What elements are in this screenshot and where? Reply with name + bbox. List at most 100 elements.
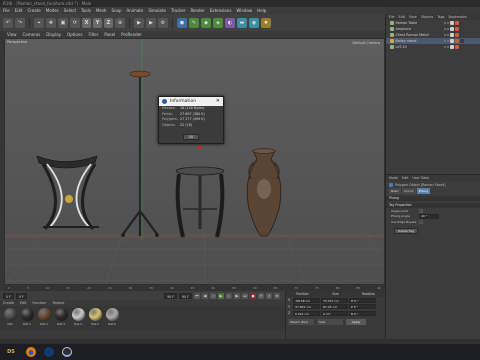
rotate-tool-icon[interactable]: ⟳	[70, 17, 80, 28]
preview-end-field[interactable]: 90 F	[179, 292, 192, 299]
pen-spline-icon[interactable]: ✎	[189, 17, 199, 28]
go-to-start-icon[interactable]: ⏮	[194, 292, 200, 299]
tag-icon[interactable]	[449, 39, 454, 43]
deformer-icon[interactable]: ◐	[225, 17, 235, 28]
menu-item-snap[interactable]: Snap	[111, 7, 121, 14]
size-mode-select[interactable]: Size	[317, 318, 343, 325]
prev-key-icon[interactable]: ◀	[202, 292, 208, 299]
tab-coord[interactable]: Coord.	[401, 188, 416, 194]
tag-icon[interactable]	[459, 39, 464, 43]
tag-icon[interactable]	[449, 27, 454, 31]
next-frame-icon[interactable]: ▷	[226, 292, 232, 299]
tag-icon[interactable]	[459, 45, 464, 49]
material-swatch[interactable]: Mat.4	[71, 308, 85, 328]
attribute-menu-item-edit[interactable]: Edit	[402, 175, 408, 181]
menu-item-file[interactable]: File	[3, 7, 10, 14]
select-tool-icon[interactable]: ⌖	[34, 17, 44, 28]
material-swatch[interactable]: Mat.5	[88, 308, 102, 328]
prev-frame-icon[interactable]: ◁	[210, 292, 216, 299]
size-z-field[interactable]: 0 cm	[321, 310, 348, 316]
size-y-field[interactable]: 67.25 cm	[321, 304, 348, 310]
tag-icon[interactable]	[454, 39, 459, 43]
material-swatch[interactable]: Mat.6	[105, 308, 119, 328]
tag-icon[interactable]	[449, 33, 454, 37]
render-view-icon[interactable]: ▶	[134, 17, 144, 28]
menu-item-tools[interactable]: Tools	[81, 7, 91, 14]
angle-limit-checkbox[interactable]: ✓	[419, 208, 423, 213]
menu-item-render[interactable]: Render	[190, 7, 204, 14]
camera-icon[interactable]: ◉	[249, 17, 259, 28]
next-key-icon[interactable]: ▶	[234, 292, 240, 299]
object-row[interactable]: LeT-10	[386, 44, 480, 50]
light-icon[interactable]: ✹	[261, 17, 271, 28]
position-y-field[interactable]: 37.891 cm	[293, 304, 320, 310]
viewport-menu-item-display[interactable]: Display	[46, 31, 61, 38]
tag-icon[interactable]	[449, 45, 454, 49]
cinema4d-active-icon[interactable]	[62, 347, 72, 357]
go-to-end-icon[interactable]: ⏭	[242, 292, 248, 299]
cinema4d-icon[interactable]	[44, 347, 54, 357]
daz-studio-icon[interactable]: DS	[4, 347, 18, 357]
render-dot-icon[interactable]	[446, 28, 449, 30]
viewport-menu-item-cameras[interactable]: Cameras	[23, 31, 41, 38]
material-swatch[interactable]: Mat.3	[54, 308, 68, 328]
tab-basic[interactable]: Basic	[389, 188, 401, 194]
visibility-dot-icon[interactable]	[443, 22, 446, 24]
floor-icon[interactable]: ▬	[237, 17, 247, 28]
menu-item-simulate[interactable]: Simulate	[148, 7, 166, 14]
menu-item-tracker[interactable]: Tracker	[171, 7, 185, 14]
visibility-dot-icon[interactable]	[443, 40, 446, 42]
render-settings-icon[interactable]: ⚙	[158, 17, 168, 28]
current-frame-field[interactable]: 0 F	[15, 292, 27, 299]
rotation-p-field[interactable]: P 0 °	[349, 304, 376, 310]
undo-icon[interactable]: ↶	[3, 17, 13, 28]
viewport-menu-item-prorender[interactable]: ProRender	[121, 31, 142, 38]
tag-icon[interactable]	[454, 33, 459, 37]
tag-icon[interactable]	[454, 21, 459, 25]
viewport-menu-item-options[interactable]: Options	[67, 31, 82, 38]
visibility-dot-icon[interactable]	[443, 46, 446, 48]
cube-icon[interactable]: ◼	[177, 17, 187, 28]
rotation-b-field[interactable]: B 0 °	[349, 310, 376, 316]
coordinate-mode-select[interactable]: Object (Rel)	[288, 318, 314, 325]
viewport-menu-item-panel[interactable]: Panel	[104, 31, 115, 38]
autokey-icon[interactable]: ⦿	[258, 292, 264, 299]
start-frame-field[interactable]: 0 F	[3, 292, 14, 299]
ok-button[interactable]: OK	[183, 134, 199, 140]
viewport-menu-item-filter[interactable]: Filter	[88, 31, 98, 38]
object-menu-item-file[interactable]: File	[389, 14, 395, 20]
blender-icon[interactable]	[26, 347, 36, 357]
keyframe-selection-icon[interactable]: ⚷	[266, 292, 272, 299]
play-icon[interactable]: ▶	[218, 292, 224, 299]
attribute-menu-item-user-data[interactable]: User Data	[412, 175, 428, 181]
tag-icon[interactable]	[454, 45, 459, 49]
attribute-menu-item-mode[interactable]: Mode	[389, 175, 398, 181]
end-frame-field[interactable]: 90 F	[164, 292, 178, 299]
y-axis-toggle[interactable]: Y	[93, 17, 102, 28]
object-menu-item-bookmarks[interactable]: Bookmarks	[449, 14, 467, 20]
scale-tool-icon[interactable]: ▣	[58, 17, 68, 28]
rotation-h-field[interactable]: H 0 °	[349, 297, 376, 303]
tag-icon[interactable]	[459, 21, 464, 25]
render-dot-icon[interactable]	[446, 34, 449, 36]
array-icon[interactable]: ◈	[213, 17, 223, 28]
coordinate-system-icon[interactable]: ⊕	[115, 17, 125, 28]
menu-item-extensions[interactable]: Extensions	[210, 7, 232, 14]
redo-icon[interactable]: ↷	[15, 17, 25, 28]
x-axis-toggle[interactable]: X	[82, 17, 91, 28]
render-dot-icon[interactable]	[446, 22, 449, 24]
menu-item-window[interactable]: Window	[236, 7, 252, 14]
move-tool-icon[interactable]: ✥	[46, 17, 56, 28]
tag-icon[interactable]	[454, 27, 459, 31]
menu-item-modes[interactable]: Modes	[46, 7, 59, 14]
material-swatch[interactable]: Mat.1	[20, 308, 34, 328]
phong-angle-field[interactable]: 40 °	[419, 214, 439, 219]
close-icon[interactable]: ✕	[216, 98, 220, 104]
menu-item-mesh[interactable]: Mesh	[96, 7, 107, 14]
apply-button[interactable]: Apply	[346, 318, 366, 325]
visibility-dot-icon[interactable]	[443, 28, 446, 30]
menu-item-create[interactable]: Create	[27, 7, 40, 14]
delete-tag-button[interactable]: Delete Tag	[394, 227, 418, 234]
subdivision-surface-icon[interactable]: ◆	[201, 17, 211, 28]
menu-item-edit[interactable]: Edit	[15, 7, 23, 14]
